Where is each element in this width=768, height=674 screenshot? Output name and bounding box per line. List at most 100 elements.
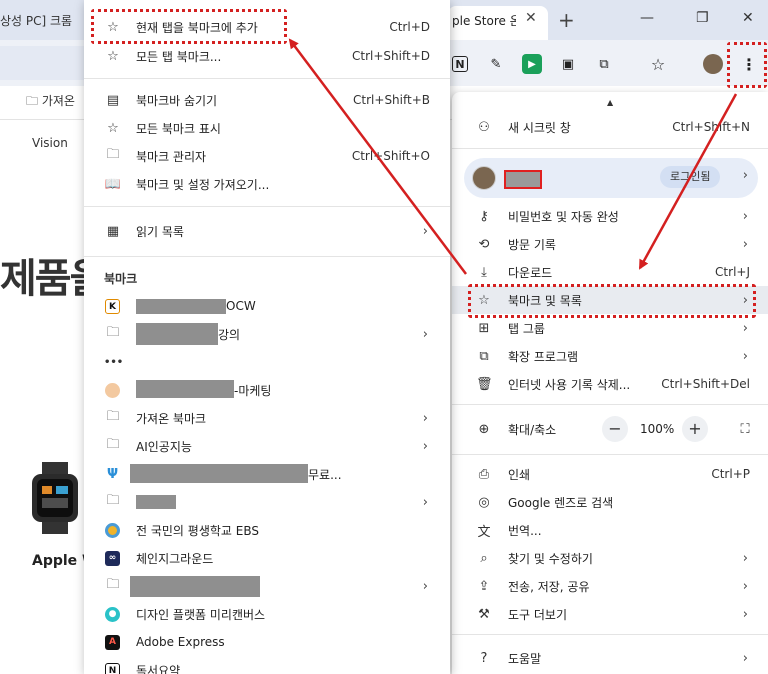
chrome-main-menu: ▲ ⚇ 새 시크릿 창 Ctrl+Shift+N 로그인됨 › ⚷ 비밀번호 및… [452,92,768,674]
fullscreen-icon[interactable]: ⛶ [732,417,758,443]
bookmark-item[interactable]: 전 국민의 평생학교 EBS [84,516,450,544]
extensions-puzzle-icon[interactable]: ⧉ [594,54,614,74]
menu-label: 비밀번호 및 자동 완성 [508,209,619,224]
menu-shortcut: Ctrl+Shift+N [672,120,750,134]
divider [84,256,450,257]
zoom-in-button[interactable]: + [682,416,708,442]
bookmark-item[interactable]: Ψ 무료... [84,460,450,488]
zoom-out-button[interactable]: − [602,416,628,442]
menu-label: 번역... [508,523,542,538]
chevron-right-icon: › [742,320,748,336]
profile-avatar [472,166,496,190]
bookmark-item[interactable]: K OCW [84,292,450,320]
menu-shortcut: Ctrl+Shift+D [352,49,430,63]
signed-in-badge: 로그인됨 [660,166,721,188]
menu-item-show-all-bookmarks[interactable]: ☆ 모든 북마크 표시 [84,114,450,142]
download-icon: ⤓ [481,264,487,280]
bookmark-item[interactable]: ∞ 체인지그라운드 [84,544,450,572]
address-bar[interactable] [0,46,90,80]
folder-icon: 🗀 [106,577,120,592]
ebs-favicon-icon [105,522,120,538]
menu-label: 새 시크릿 창 [508,120,571,135]
bookmark-folder[interactable]: 🗀 › [84,572,450,600]
profile-avatar-icon[interactable] [703,54,723,74]
menu-item-import[interactable]: 📖 북마크 및 설정 가져오기... [84,170,450,198]
bookmark-label: 독서요약 [136,663,181,674]
menu-shortcut: Ctrl+P [711,467,750,481]
menu-item-bookmark-all-tabs[interactable]: ☆ 모든 탭 북마크... Ctrl+Shift+D [84,42,450,70]
eyedropper-extension-icon[interactable]: ✎ [486,54,506,74]
redacted-text [136,299,226,314]
menu-item-find[interactable]: ⌕ 찾기 및 수정하기 › [452,544,768,572]
bookmark-folder[interactable]: 🗀 AI인공지능 › [84,432,450,460]
reading-list-icon: ▦ [106,223,120,239]
menu-item-bookmark-manager[interactable]: 🗀 북마크 관리자 Ctrl+Shift+O [84,142,450,170]
divider [452,148,768,149]
bookmark-label: 체인지그라운드 [136,551,214,566]
menu-item-incognito[interactable]: ⚇ 새 시크릿 창 Ctrl+Shift+N [452,113,768,141]
menu-item-history[interactable]: ⟲ 방문 기록 › [452,230,768,258]
menu-item-lens[interactable]: ◎ Google 렌즈로 검색 [452,488,768,516]
menu-item-clear-data[interactable]: 🗑 인터넷 사용 기록 삭제... Ctrl+Shift+Del [452,370,768,398]
star-icon: ☆ [107,48,119,64]
menu-item-extensions[interactable]: ⧉ 확장 프로그램 › [452,342,768,370]
folder-icon: 🗀 [106,147,120,162]
menu-item-translate[interactable]: 文 번역... [452,516,768,544]
chevron-right-icon: › [742,550,748,566]
avatar-favicon-icon [105,382,120,398]
menu-item-tab-groups[interactable]: ⊞ 탭 그룹 › [452,314,768,342]
bookmarks-submenu: ☆ 현재 탭을 북마크에 추가 Ctrl+D ☆ 모든 탭 북마크... Ctr… [84,0,450,674]
chevron-right-icon: › [742,348,748,364]
redacted-text [136,380,234,398]
menu-label: 확장 프로그램 [508,349,579,364]
bookmark-folder[interactable]: 🗀 강의 › [84,320,450,348]
minimize-button[interactable]: — [640,10,654,26]
menu-item-help[interactable]: ? 도움말 › [452,644,768,672]
folder-icon: 🗀 [106,437,120,452]
watch-product-image [32,462,78,534]
bookmark-label: AI인공지능 [136,439,192,454]
menu-item-cast[interactable]: ⇪ 전송, 저장, 공유 › [452,572,768,600]
menu-shortcut: Ctrl+J [715,265,750,279]
annotation-box-menu-button [727,42,767,88]
new-tab-button[interactable]: + [558,8,575,32]
window-close-button[interactable]: ✕ [742,10,754,26]
bookmark-item[interactable]: -마케팅 [84,376,450,404]
bookmark-item[interactable]: ••• [84,348,450,376]
menu-label: 도구 더보기 [508,607,568,622]
chevron-right-icon: › [422,494,428,510]
menu-label: 도움말 [508,651,542,666]
menu-item-more-tools[interactable]: ⚒ 도구 더보기 › [452,600,768,628]
tab-close-icon[interactable]: ✕ [525,10,537,26]
redacted-profile-name [504,170,542,189]
menu-label: 찾기 및 수정하기 [508,551,593,566]
menu-item-downloads[interactable]: ⤓ 다운로드 Ctrl+J [452,258,768,286]
history-icon: ⟲ [478,236,490,252]
star-icon: ☆ [107,120,119,136]
active-tab-title[interactable]: ple Store 온 [452,12,516,29]
chevron-right-icon: › [422,578,428,594]
notion-extension-icon[interactable]: N [452,56,468,72]
share-icon: ⇪ [478,578,490,594]
bookmark-item[interactable]: ● 디자인 플랫폼 미리캔버스 [84,600,450,628]
bookmark-folder[interactable]: 🗀 가져온 북마크 › [84,404,450,432]
menu-item-reading-list[interactable]: ▦ 읽기 목록 › [84,217,450,245]
bookmark-item[interactable]: A Adobe Express [84,628,450,656]
page-nav-vision[interactable]: Vision [32,136,68,150]
tab-groups-icon: ⊞ [478,320,490,336]
bookmark-item[interactable]: N 독서요약 [84,656,450,674]
notion-favicon-icon: N [105,662,120,674]
incognito-icon: ⚇ [478,119,490,135]
menu-item-print[interactable]: ⎙ 인쇄 Ctrl+P [452,460,768,488]
chevron-right-icon: › [742,606,748,622]
bookmark-star-icon[interactable]: ☆ [648,54,668,74]
tab-left-title[interactable]: 상성 PC] 크롬 [0,8,72,34]
bookmarks-bar-folder[interactable]: 🗀 가져온 [26,92,75,113]
image-extension-icon[interactable]: ▣ [558,54,578,74]
menu-item-passwords[interactable]: ⚷ 비밀번호 및 자동 완성 › [452,202,768,230]
restore-button[interactable]: ❐ [696,10,709,26]
menu-item-hide-bookmarks-bar[interactable]: ▤ 북마크바 숨기기 Ctrl+Shift+B [84,86,450,114]
youtube-extension-icon[interactable]: ▶ [522,54,542,74]
bookmark-folder[interactable]: 🗀 › [84,488,450,516]
blue-favicon-icon: Ψ [106,466,119,482]
